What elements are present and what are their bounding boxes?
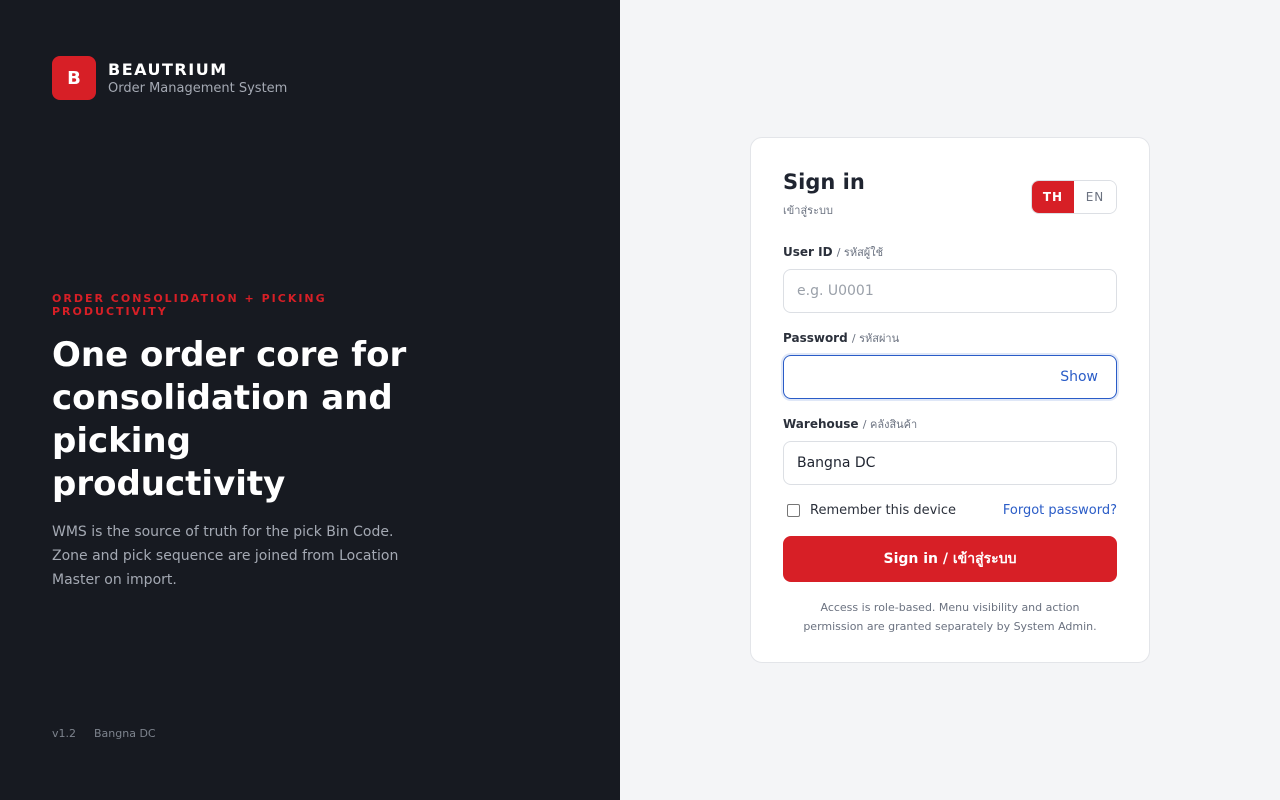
warehouse-input[interactable]: Bangna DC [783, 441, 1117, 486]
login-area: Sign in เข้าสู่ระบบ TH EN User ID / รหัส… [620, 0, 1280, 800]
warehouse-label: Warehouse / คลังสินค้า [783, 415, 1117, 433]
show-password-button[interactable]: Show [1060, 369, 1098, 385]
warehouse-value: Bangna DC [797, 455, 876, 472]
brand-subtitle: Order Management System [108, 80, 288, 96]
language-th-button[interactable]: TH [1032, 181, 1074, 213]
hero-kicker: ORDER CONSOLIDATION + PICKING PRODUCTIVI… [52, 292, 327, 318]
access-note: Access is role-based. Menu visibility an… [803, 601, 1097, 634]
remember-label: Remember this device [810, 503, 957, 519]
footer-warehouse: Bangna DC [94, 727, 156, 740]
language-toggle: TH EN [1031, 180, 1117, 214]
user-id-label-th: / รหัสผู้ใช้ [836, 246, 884, 260]
hero-headline: One order core for consolidation and pic… [52, 335, 407, 504]
user-id-input[interactable]: e.g. U0001 [783, 269, 1117, 314]
login-card: Sign in เข้าสู่ระบบ TH EN User ID / รหัส… [750, 137, 1150, 663]
version-label: v1.2 [52, 727, 77, 740]
user-id-label-en: User ID [783, 245, 833, 260]
hero-description: WMS is the source of truth for the pick … [52, 524, 399, 588]
password-label-th: / รหัสผ่าน [851, 332, 900, 346]
user-id-label: User ID / รหัสผู้ใช้ [783, 243, 1117, 261]
password-label-en: Password [783, 331, 848, 346]
brand-header: B BEAUTRIUM Order Management System [52, 56, 287, 100]
brand-panel: B BEAUTRIUM Order Management System ORDE… [0, 0, 620, 800]
user-id-placeholder: e.g. U0001 [797, 283, 874, 300]
hero-section: ORDER CONSOLIDATION + PICKING PRODUCTIVI… [52, 292, 432, 592]
password-input[interactable]: Show [783, 355, 1117, 400]
sign-in-button[interactable]: Sign in / เข้าสู่ระบบ [783, 536, 1117, 583]
forgot-password-link[interactable]: Forgot password? [1003, 503, 1117, 518]
login-subtitle: เข้าสู่ระบบ [783, 204, 833, 218]
language-en-button[interactable]: EN [1074, 181, 1116, 213]
brand-logo: B [52, 56, 96, 100]
warehouse-label-en: Warehouse [783, 417, 859, 432]
login-title: Sign in [783, 170, 865, 194]
password-label: Password / รหัสผ่าน [783, 329, 1117, 347]
remember-checkbox[interactable] [787, 504, 800, 518]
brand-name: BEAUTRIUM [108, 60, 228, 80]
brand-footer: v1.2 Bangna DC [52, 727, 156, 740]
remember-device[interactable]: Remember this device [783, 503, 956, 518]
warehouse-label-th: / คลังสินค้า [862, 418, 918, 432]
